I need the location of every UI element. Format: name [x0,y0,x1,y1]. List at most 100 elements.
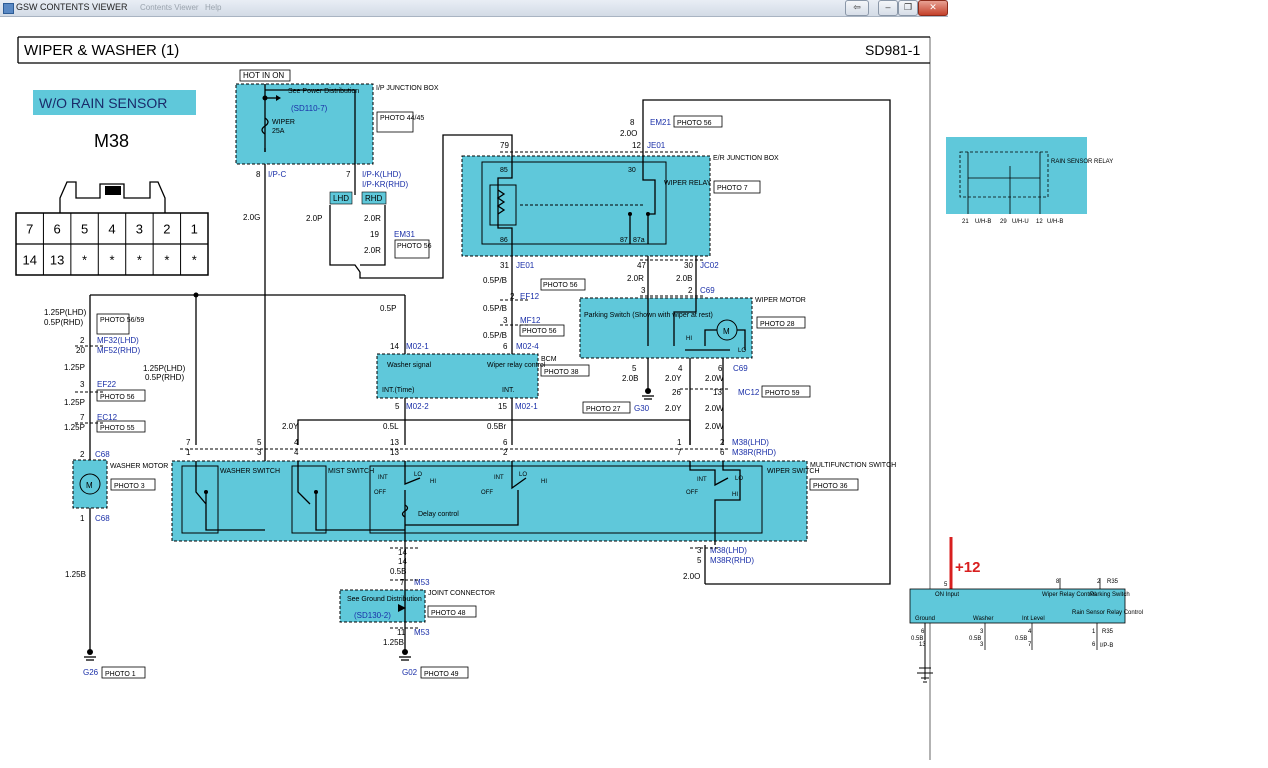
wiper-motor-photo: PHOTO 28 [760,321,795,328]
mf-off: OFF [481,490,493,496]
wiper-motor-name: WIPER MOTOR [755,297,806,304]
multifunction-name: MULTIFUNCTION SWITCH [810,462,896,469]
md-wire-size: 0.5B [1015,636,1027,642]
wire-label: 1.25P [64,423,85,432]
bcm-int-time: INT.(Time) [382,387,414,394]
diagram-title: WIPER & WASHER (1) [24,42,179,59]
bcm-wiper-relay-control: Wiper relay control [487,362,546,369]
relay-pin: 30 [628,167,636,174]
ip-box-name: I/P JUNCTION BOX [376,85,439,92]
bcm-washer-signal: Washer signal [387,362,432,369]
relay-pin: 87a [633,237,645,244]
wire-label: M38R(RHD) [710,556,754,565]
wire-label: 19 [370,230,379,239]
wire-label: 2.0B [676,274,692,283]
ip-junction-box [235,83,374,165]
multifunction-photo: PHOTO 36 [813,483,848,490]
wire-label: 2 [720,438,725,447]
washer-motor-m: M [86,481,93,490]
wire-label: 31 [500,261,509,270]
rain-sensor-relay-name: RAIN SENSOR RELAY [1051,159,1113,165]
wire-label: 2.0P [306,214,322,223]
md-bottom-pin: 1 [1092,629,1096,635]
wire-label: 13 [390,438,399,447]
wire-label: 6 [718,364,723,373]
wire-label: 8 [630,118,635,127]
wire-label: 1.25P(LHD) [44,308,87,317]
wire-label: 5 [257,438,262,447]
wire-label: 0.5P/B [483,331,507,340]
wire-label: 6 [503,342,508,351]
wire-label: 3 [641,286,646,295]
connector-pin: * [164,253,169,268]
mf-lo: LO [414,472,422,478]
md-wire-size: 0.5B [911,636,923,642]
wire-label: 14 [390,342,399,351]
wire-label: 30 [684,261,693,270]
mf-lo: LO [519,472,527,478]
mf-hi: HI [732,492,738,498]
wire-label: 2.0O [683,572,700,581]
wire-label: MF32(LHD) [97,336,139,345]
wire-label: 15 [498,402,507,411]
motor-lo: LO [738,348,746,354]
connector-pin: * [109,253,114,268]
wire-label: 1.25B [65,570,86,579]
wire-label: 0.5Br [487,422,506,431]
wire-label: EM31 [394,230,415,239]
g02-id: G02 [402,668,418,677]
connector-pin: 3 [136,222,143,237]
wire-label: C69 [700,286,715,295]
mf-hi: HI [430,479,436,485]
washer-motor-photo: PHOTO 3 [114,483,145,490]
mf-lo: LO [735,476,743,482]
g26-photo: PHOTO 1 [105,671,136,678]
wire-label: 0.5B [390,567,406,576]
connector-pin: 6 [54,222,61,237]
er-box-name: E/R JUNCTION BOX [713,155,779,162]
mc12-photo: PHOTO 59 [765,390,800,397]
wire-label: M53 [414,628,430,637]
wire-label: I/P-C [268,170,286,179]
wire-label: C69 [733,364,748,373]
wire-label: 5 [697,556,702,565]
wire-label: M53 [414,578,430,587]
wire-label: 1 [677,438,682,447]
wire-label: 0.5P/B [483,304,507,313]
connector-id: M38 [94,131,129,151]
md-wiper-relay-control: Wiper Relay Control [1042,592,1096,598]
md-int-level: Int Level [1022,616,1045,622]
rs-pin: 29 [1000,219,1007,225]
wiper-relay-name: WIPER RELAY [664,180,712,187]
connector-pin: 13 [50,253,64,268]
wire-label: 5 [632,364,637,373]
wiper-switch-label: WIPER SWITCH [767,468,820,475]
bcm-photo: PHOTO 38 [544,369,579,376]
wire-label: 0.5P [380,304,396,313]
connector-pin: 2 [163,222,170,237]
mist-switch-label: MIST SWITCH [328,468,374,475]
relay-pin: 86 [500,237,508,244]
wire-label: M02-4 [516,342,539,351]
mf-off: OFF [374,490,386,496]
wire-label: 0.5L [383,422,399,431]
ec12-photo: PHOTO 55 [100,425,135,432]
motor-m: M [723,327,730,336]
md-bottom-pin: 6 [1092,642,1096,648]
joint-connector-name: JOINT CONNECTOR [428,590,495,597]
see-power-label: See Power Distribution [288,88,359,95]
wire-label: JE01 [516,261,535,270]
washer-switch-label: WASHER SWITCH [220,468,280,475]
wire-label: 14 [398,557,407,566]
plus12-label: +12 [955,559,980,576]
mf-int: INT [697,477,707,483]
wiring-diagram: .t { font-size:8px; fill:#000; } .tb { f… [15,36,1143,760]
see-power-ref: (SD110-7) [291,104,328,113]
connector-pin: 4 [108,222,115,237]
g30-id: G30 [634,404,650,413]
je01-photo: PHOTO 56 [543,282,578,289]
md-r35-bottom: R35 [1102,629,1114,635]
wire-label: M38(LHD) [710,546,747,555]
wire-label: 14 [398,548,407,557]
wire-label: 4 [678,364,683,373]
